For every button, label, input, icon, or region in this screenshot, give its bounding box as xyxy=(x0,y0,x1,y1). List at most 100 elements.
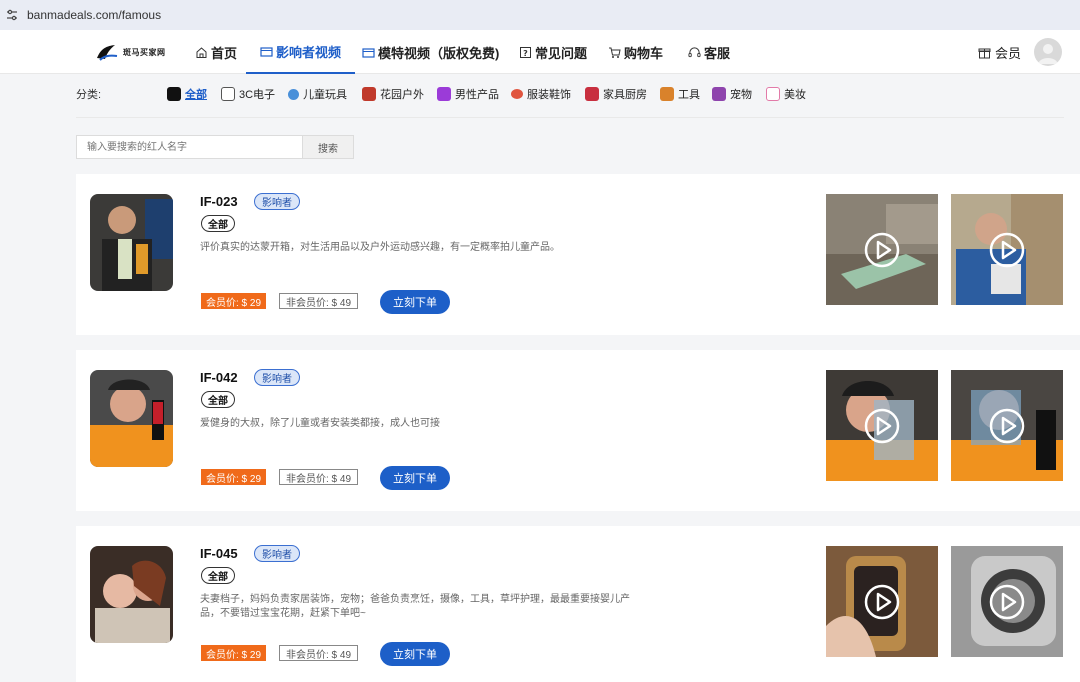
order-now-button[interactable]: 立刻下单 xyxy=(380,290,450,314)
headset-icon xyxy=(688,46,701,59)
category-beauty-label: 美妆 xyxy=(784,89,806,101)
influencer-description: 爱健身的大叔，除了儿童或者安装类都接，成人也可接 xyxy=(200,418,440,429)
member-link[interactable]: 会员 xyxy=(978,30,1021,74)
category-divider xyxy=(76,117,1064,118)
men-icon xyxy=(437,87,451,101)
influencer-card: IF-023 影响者 全部 评价真实的达蒙开箱，对生活用品以及户外运动感兴趣，有… xyxy=(76,174,1080,335)
browser-url-bar[interactable]: banmadeals.com/famous xyxy=(0,0,1080,30)
category-tools[interactable]: 工具 xyxy=(660,85,700,103)
home-goods-icon xyxy=(585,87,599,101)
category-3c[interactable]: 3C电子 xyxy=(221,85,275,103)
nonmember-price: 非会员价: $ 49 xyxy=(279,293,359,309)
logo-text: 斑马买家网 xyxy=(123,47,166,57)
video-icon xyxy=(260,45,273,58)
category-garden-label: 花园户外 xyxy=(380,89,424,101)
influencer-card: IF-042 影响者 全部 爱健身的大叔，除了儿童或者安装类都接，成人也可接 会… xyxy=(76,350,1080,511)
nav-influencer-videos-label: 影响者视频 xyxy=(276,44,342,60)
nav-cart-label: 购物车 xyxy=(624,45,664,61)
play-icon xyxy=(864,584,900,620)
nav-support-label: 客服 xyxy=(704,45,731,61)
url-text[interactable]: banmadeals.com/famous xyxy=(27,8,161,22)
pets-icon xyxy=(712,87,726,101)
category-home-label: 家具厨房 xyxy=(603,89,647,101)
search-button[interactable]: 搜索 xyxy=(302,135,354,159)
tools-icon xyxy=(660,87,674,101)
category-apparel-label: 服装鞋饰 xyxy=(527,89,571,101)
site-header: 斑马买家网 首页 影响者视频 模特视频（版权免费) ? 常见问题 购物车 客服 … xyxy=(0,30,1080,74)
member-price: 会员价: $ 29 xyxy=(201,645,267,661)
category-men[interactable]: 男性产品 xyxy=(437,85,499,103)
influencer-photo[interactable] xyxy=(90,370,173,467)
nav-cart[interactable]: 购物车 xyxy=(608,30,663,74)
category-label: 分类: xyxy=(76,89,102,101)
home-icon xyxy=(195,46,208,59)
influencer-description: 评价真实的达蒙开箱，对生活用品以及户外运动感兴趣，有一定概率拍儿童产品。 xyxy=(200,242,560,253)
influencer-id: IF-045 xyxy=(200,546,238,561)
influencer-description: 夫妻档子，妈妈负责家居装饰，宠物；爸爸负责烹饪，摄像，工具，草坪护理，最最重要接… xyxy=(200,594,630,619)
video-thumbnail[interactable] xyxy=(826,546,938,657)
video-thumbnail[interactable] xyxy=(951,370,1063,481)
toy-icon xyxy=(288,88,299,100)
nav-influencer-videos[interactable]: 影响者视频 xyxy=(246,30,356,74)
category-beauty[interactable]: 美妆 xyxy=(766,85,806,103)
category-pets[interactable]: 宠物 xyxy=(712,85,752,103)
influencer-badge: 影响者 xyxy=(254,193,300,210)
nav-home[interactable]: 首页 xyxy=(195,30,237,74)
category-toys[interactable]: 儿童玩具 xyxy=(288,85,347,103)
user-icon xyxy=(1038,44,1058,64)
all-icon xyxy=(167,87,181,101)
video-icon xyxy=(362,46,375,59)
nav-home-label: 首页 xyxy=(211,45,238,61)
category-tag: 全部 xyxy=(201,215,235,232)
svg-text:?: ? xyxy=(523,49,528,58)
category-pets-label: 宠物 xyxy=(730,89,752,101)
influencer-photo[interactable] xyxy=(90,194,173,291)
video-thumbnail[interactable] xyxy=(826,370,938,481)
influencer-photo[interactable] xyxy=(90,546,173,643)
nonmember-price: 非会员价: $ 49 xyxy=(279,645,359,661)
influencer-badge: 影响者 xyxy=(254,369,300,386)
play-icon xyxy=(864,408,900,444)
video-thumbnail[interactable] xyxy=(951,546,1063,657)
nav-model-videos[interactable]: 模特视频（版权免费) xyxy=(362,30,499,74)
nav-support[interactable]: 客服 xyxy=(688,30,730,74)
influencer-id: IF-023 xyxy=(200,194,238,209)
question-icon: ? xyxy=(519,46,532,59)
category-apparel[interactable]: 服装鞋饰 xyxy=(511,85,571,103)
play-icon xyxy=(989,408,1025,444)
play-icon xyxy=(989,232,1025,268)
category-garden[interactable]: 花园户外 xyxy=(362,85,424,103)
category-home[interactable]: 家具厨房 xyxy=(585,85,647,103)
category-men-label: 男性产品 xyxy=(455,89,499,101)
influencer-card: IF-045 影响者 全部 夫妻档子，妈妈负责家居装饰，宠物；爸爸负责烹饪，摄像… xyxy=(76,526,1080,682)
beauty-icon xyxy=(766,87,780,101)
influencer-search-input[interactable] xyxy=(76,135,303,159)
garden-icon xyxy=(362,87,376,101)
member-price: 会员价: $ 29 xyxy=(201,293,267,309)
category-3c-label: 3C电子 xyxy=(239,89,276,101)
user-avatar[interactable] xyxy=(1034,38,1062,66)
category-all-label: 全部 xyxy=(185,89,207,101)
nav-faq-label: 常见问题 xyxy=(535,45,588,61)
gift-icon xyxy=(978,46,991,59)
order-now-button[interactable]: 立刻下单 xyxy=(380,466,450,490)
member-label: 会员 xyxy=(995,45,1022,61)
site-logo[interactable]: 斑马买家网 xyxy=(95,42,166,62)
category-tag: 全部 xyxy=(201,391,235,408)
electronics-icon xyxy=(221,87,235,101)
site-settings-icon[interactable] xyxy=(5,8,19,22)
apparel-icon xyxy=(511,89,523,99)
nav-model-videos-label: 模特视频（版权免费) xyxy=(378,45,500,61)
nav-faq[interactable]: ? 常见问题 xyxy=(519,30,587,74)
cart-icon xyxy=(608,46,621,59)
logo-mark-icon xyxy=(97,45,118,61)
member-price: 会员价: $ 29 xyxy=(201,469,267,485)
influencer-id: IF-042 xyxy=(200,370,238,385)
nonmember-price: 非会员价: $ 49 xyxy=(279,469,359,485)
category-all[interactable]: 全部 xyxy=(167,85,207,103)
category-tools-label: 工具 xyxy=(678,89,700,101)
video-thumbnail[interactable] xyxy=(826,194,938,305)
video-thumbnail[interactable] xyxy=(951,194,1063,305)
order-now-button[interactable]: 立刻下单 xyxy=(380,642,450,666)
play-icon xyxy=(989,584,1025,620)
